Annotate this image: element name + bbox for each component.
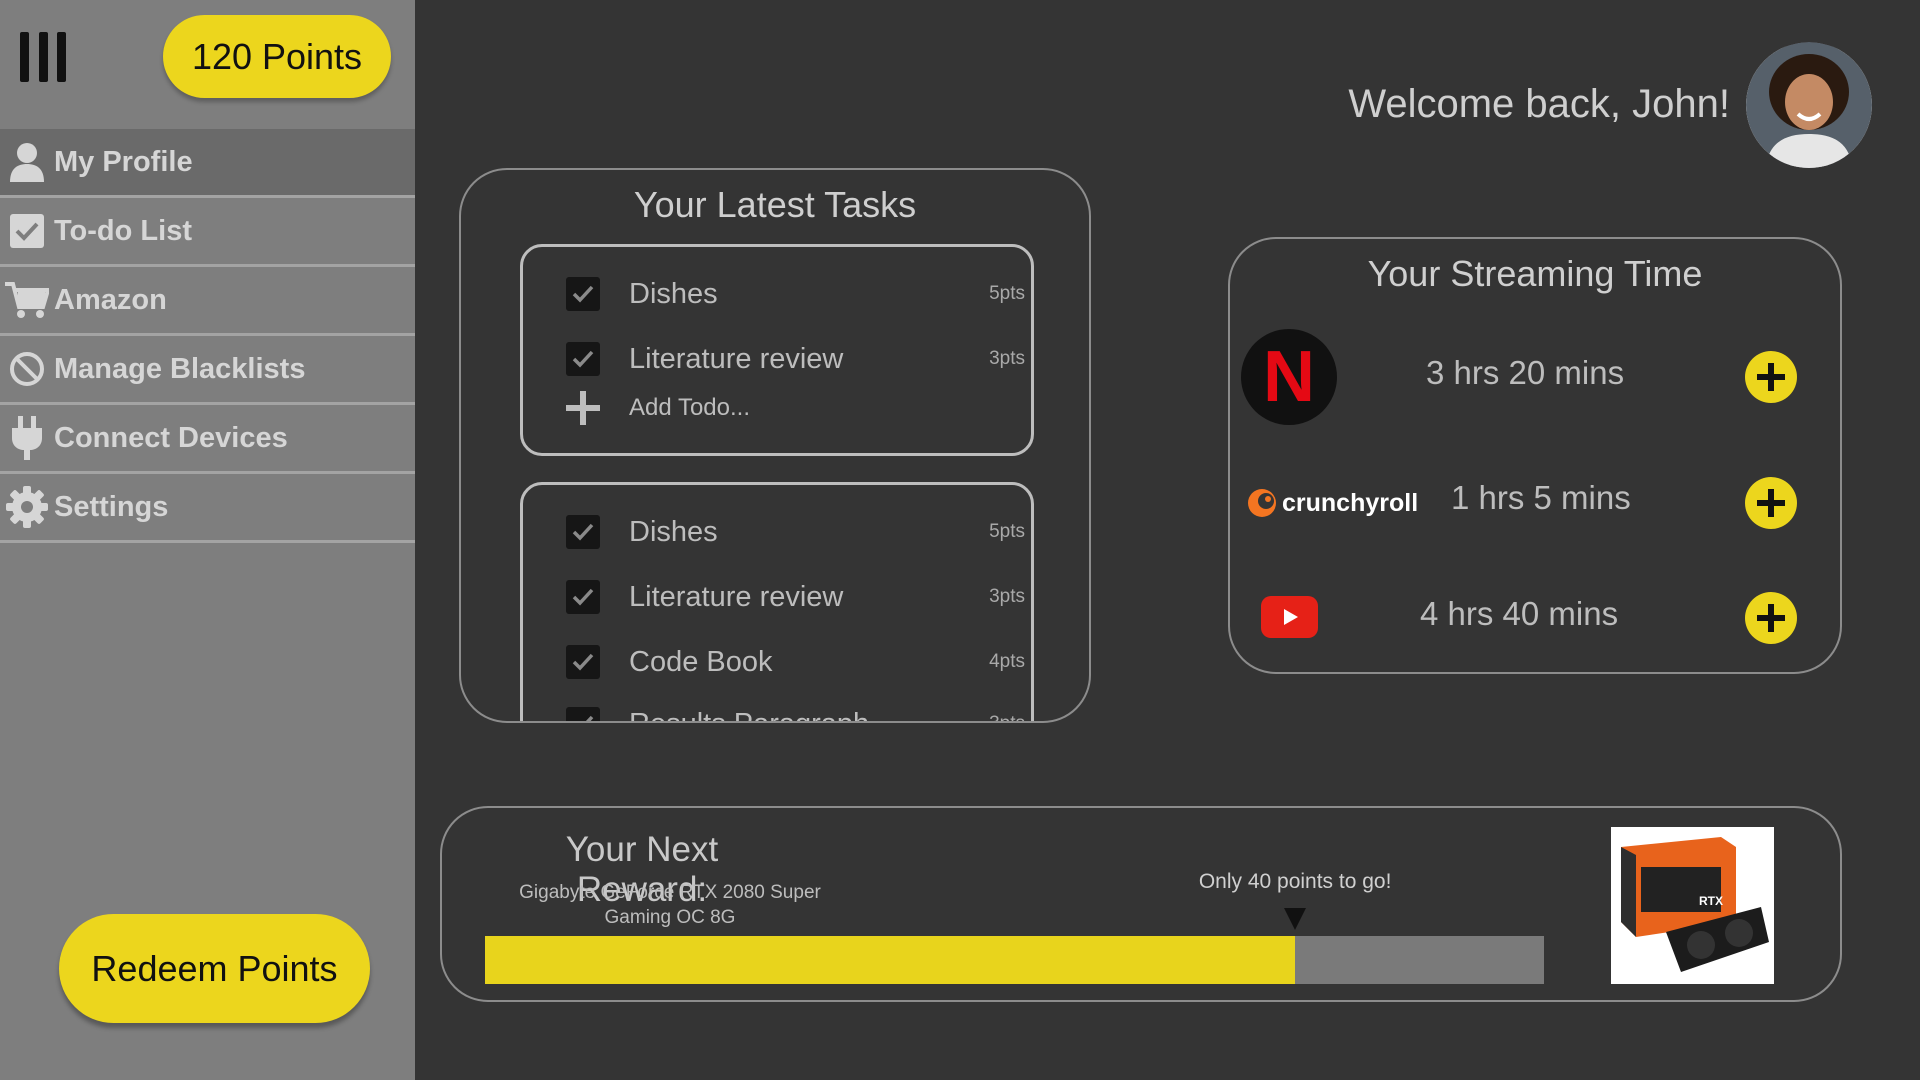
reward-product-image: RTX — [1611, 827, 1774, 984]
youtube-logo — [1261, 596, 1318, 638]
streaming-title: Your Streaming Time — [1367, 253, 1703, 294]
task-checkbox[interactable] — [566, 515, 600, 549]
task-name: Literature review — [629, 580, 844, 613]
add-todo-input[interactable]: Add Todo... — [629, 394, 1025, 422]
checkbox-icon — [0, 197, 54, 266]
plus-icon — [566, 391, 600, 425]
task-checkbox[interactable] — [566, 645, 600, 679]
reward-progress-bar — [485, 936, 1544, 984]
sidebar-item-label: To-do List — [54, 214, 192, 247]
sidebar-item-label: Amazon — [54, 283, 167, 316]
reward-progress-fill — [485, 936, 1296, 984]
add-todo-row[interactable]: Add Todo... — [566, 388, 1025, 428]
checkmark-icon — [572, 523, 594, 541]
task-card: Dishes 5pts Literature review 3pts Code … — [520, 482, 1034, 722]
task-item[interactable]: Dishes 5pts — [566, 274, 1025, 314]
plus-icon — [1757, 604, 1785, 632]
task-name: Code Book — [629, 645, 773, 678]
task-item[interactable]: Literature review 3pts — [566, 577, 1025, 617]
streaming-row-youtube: 4 hrs 40 mins — [1230, 570, 1840, 666]
streaming-time-panel: Your Streaming Time N 3 hrs 20 mins crun… — [1228, 237, 1842, 674]
cart-icon — [0, 266, 54, 335]
task-item[interactable]: Dishes 5pts — [566, 512, 1025, 552]
task-points: 3pts — [989, 713, 1025, 721]
task-points: 5pts — [989, 283, 1025, 304]
reward-item-name: Gigabyte GeForce RTX 2080 Super Gaming O… — [519, 882, 821, 928]
streaming-time: 3 hrs 20 mins — [1426, 354, 1625, 391]
add-netflix-time-button[interactable] — [1745, 351, 1797, 403]
next-reward-panel: Your Next Reward: Gigabyte GeForce RTX 2… — [440, 806, 1842, 1002]
task-item[interactable]: Literature review 3pts — [566, 339, 1025, 379]
sidebar-item-settings[interactable]: Settings — [0, 474, 415, 543]
task-checkbox[interactable] — [566, 707, 600, 721]
sidebar-item-connect-devices[interactable]: Connect Devices — [0, 405, 415, 474]
latest-tasks-panel: Your Latest Tasks Dishes 5pts Literature… — [459, 168, 1091, 723]
block-icon — [0, 335, 54, 404]
task-points: 3pts — [989, 348, 1025, 369]
points-badge: 120 Points — [163, 15, 391, 98]
svg-text:RTX: RTX — [1699, 894, 1723, 908]
add-youtube-time-button[interactable] — [1745, 592, 1797, 644]
netflix-logo: N — [1241, 329, 1337, 425]
task-name: Results Paragraph — [629, 708, 989, 722]
progress-marker-icon — [1284, 908, 1307, 930]
plug-icon — [0, 404, 54, 473]
sidebar-item-label: Connect Devices — [54, 421, 288, 454]
task-name: Dishes — [629, 515, 718, 548]
crunchyroll-logo: crunchyroll — [1246, 483, 1418, 523]
person-icon — [0, 128, 54, 197]
sidebar-item-todo-list[interactable]: To-do List — [0, 198, 415, 267]
streaming-row-crunchyroll: crunchyroll 1 hrs 5 mins — [1230, 455, 1840, 551]
sidebar-item-my-profile[interactable]: My Profile — [0, 129, 415, 198]
streaming-row-netflix: N 3 hrs 20 mins — [1230, 329, 1840, 425]
task-card: Dishes 5pts Literature review 3pts Add T… — [520, 244, 1034, 456]
task-points: 3pts — [989, 586, 1025, 607]
task-points: 4pts — [989, 651, 1025, 672]
task-checkbox[interactable] — [566, 580, 600, 614]
avatar-image — [1746, 42, 1872, 168]
sidebar: 120 Points My Profile To-do List Amazon … — [0, 0, 415, 1080]
play-icon — [1283, 609, 1298, 625]
plus-icon — [1757, 489, 1785, 517]
sidebar-item-manage-blacklists[interactable]: Manage Blacklists — [0, 336, 415, 405]
progress-note: Only 40 points to go! — [1198, 870, 1392, 893]
checkmark-icon — [572, 285, 594, 303]
checkmark-icon — [572, 653, 594, 671]
sidebar-item-amazon[interactable]: Amazon — [0, 267, 415, 336]
task-item[interactable]: Results Paragraph 3pts — [566, 704, 1025, 722]
checkmark-icon — [572, 588, 594, 606]
checkmark-icon — [572, 350, 594, 368]
streaming-time: 1 hrs 5 mins — [1451, 479, 1631, 516]
sidebar-menu: My Profile To-do List Amazon Manage Blac… — [0, 129, 415, 543]
welcome-message: Welcome back, John! — [1348, 82, 1730, 126]
sidebar-item-label: Manage Blacklists — [54, 352, 306, 385]
task-name: Dishes — [629, 277, 718, 310]
menu-icon[interactable] — [20, 32, 66, 82]
task-name: Literature review — [629, 342, 844, 375]
checkmark-icon — [585, 715, 594, 721]
task-points: 5pts — [989, 521, 1025, 542]
sidebar-item-label: Settings — [54, 490, 169, 523]
avatar[interactable] — [1746, 42, 1872, 168]
task-checkbox[interactable] — [566, 342, 600, 376]
gear-icon — [0, 473, 54, 542]
tasks-title: Your Latest Tasks — [633, 184, 917, 225]
task-item[interactable]: Code Book 4pts — [566, 642, 1025, 682]
streaming-time: 4 hrs 40 mins — [1420, 595, 1619, 632]
plus-icon — [1757, 363, 1785, 391]
crunchyroll-icon — [1248, 489, 1276, 517]
task-checkbox[interactable] — [566, 277, 600, 311]
sidebar-item-label: My Profile — [54, 145, 193, 178]
add-crunchyroll-time-button[interactable] — [1745, 477, 1797, 529]
redeem-points-button[interactable]: Redeem Points — [59, 914, 370, 1023]
graphics-card-image: RTX — [1611, 827, 1774, 984]
